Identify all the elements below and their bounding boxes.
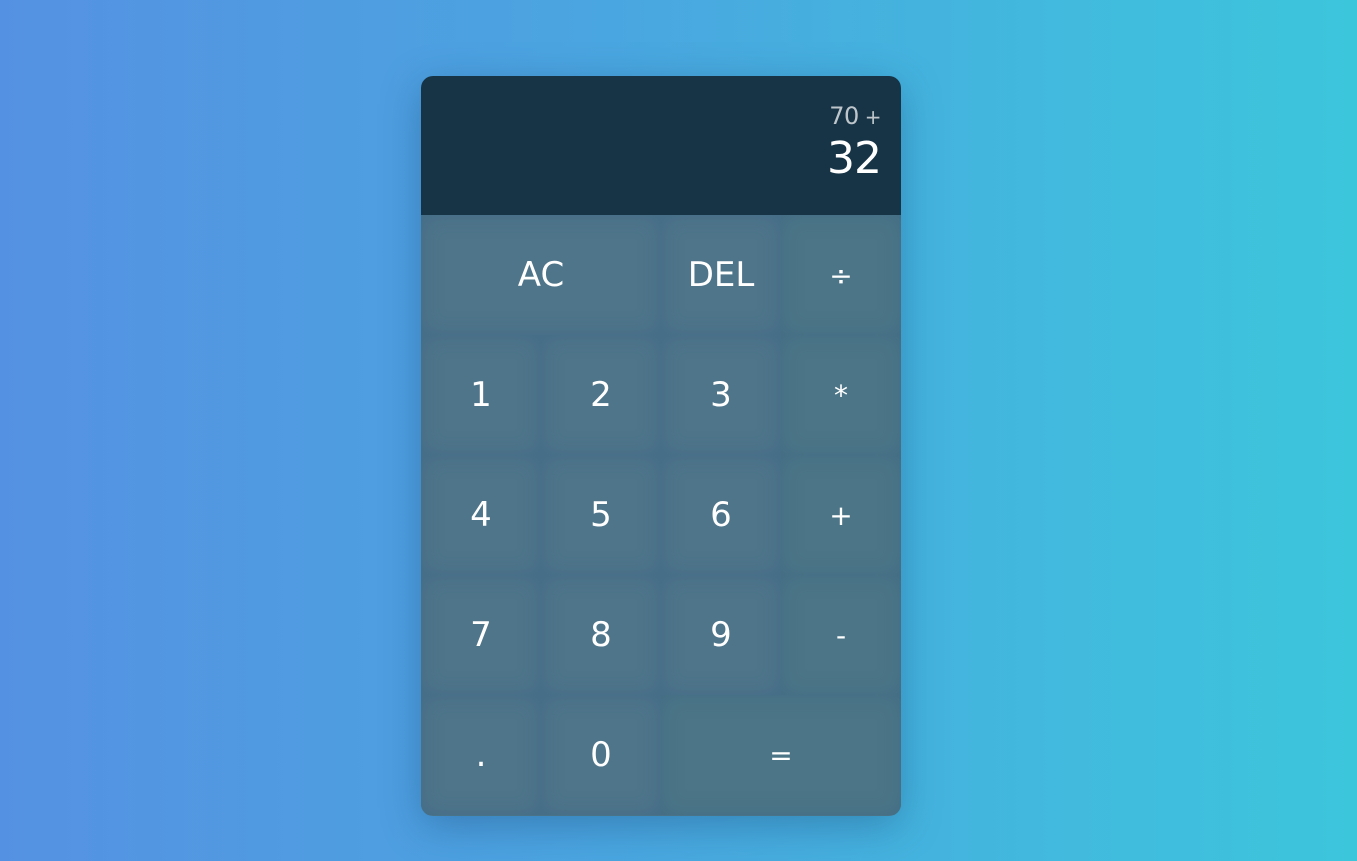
digit-8-button[interactable]: 8 — [541, 575, 661, 695]
decimal-button[interactable]: . — [421, 695, 541, 815]
calculator-display: 70 + 32 — [421, 76, 901, 215]
multiply-button[interactable]: * — [781, 335, 901, 455]
equals-button[interactable]: = — [661, 695, 901, 815]
add-button[interactable]: + — [781, 455, 901, 575]
calculator: 70 + 32 AC DEL ÷ 1 2 3 * 4 5 6 + 7 8 9 - … — [421, 76, 901, 816]
digit-3-button[interactable]: 3 — [661, 335, 781, 455]
subtract-button[interactable]: - — [781, 575, 901, 695]
keypad: AC DEL ÷ 1 2 3 * 4 5 6 + 7 8 9 - . 0 = — [421, 215, 901, 816]
previous-operand-value: 70 — [829, 102, 859, 130]
digit-2-button[interactable]: 2 — [541, 335, 661, 455]
current-operand-display: 32 — [827, 133, 882, 184]
divide-button[interactable]: ÷ — [781, 215, 901, 335]
delete-button[interactable]: DEL — [661, 215, 781, 335]
all-clear-button[interactable]: AC — [421, 215, 661, 335]
digit-7-button[interactable]: 7 — [421, 575, 541, 695]
digit-0-button[interactable]: 0 — [541, 695, 661, 815]
digit-6-button[interactable]: 6 — [661, 455, 781, 575]
pending-operation: + — [864, 105, 882, 129]
digit-1-button[interactable]: 1 — [421, 335, 541, 455]
digit-9-button[interactable]: 9 — [661, 575, 781, 695]
digit-4-button[interactable]: 4 — [421, 455, 541, 575]
previous-operand-display: 70 + — [829, 100, 881, 132]
digit-5-button[interactable]: 5 — [541, 455, 661, 575]
